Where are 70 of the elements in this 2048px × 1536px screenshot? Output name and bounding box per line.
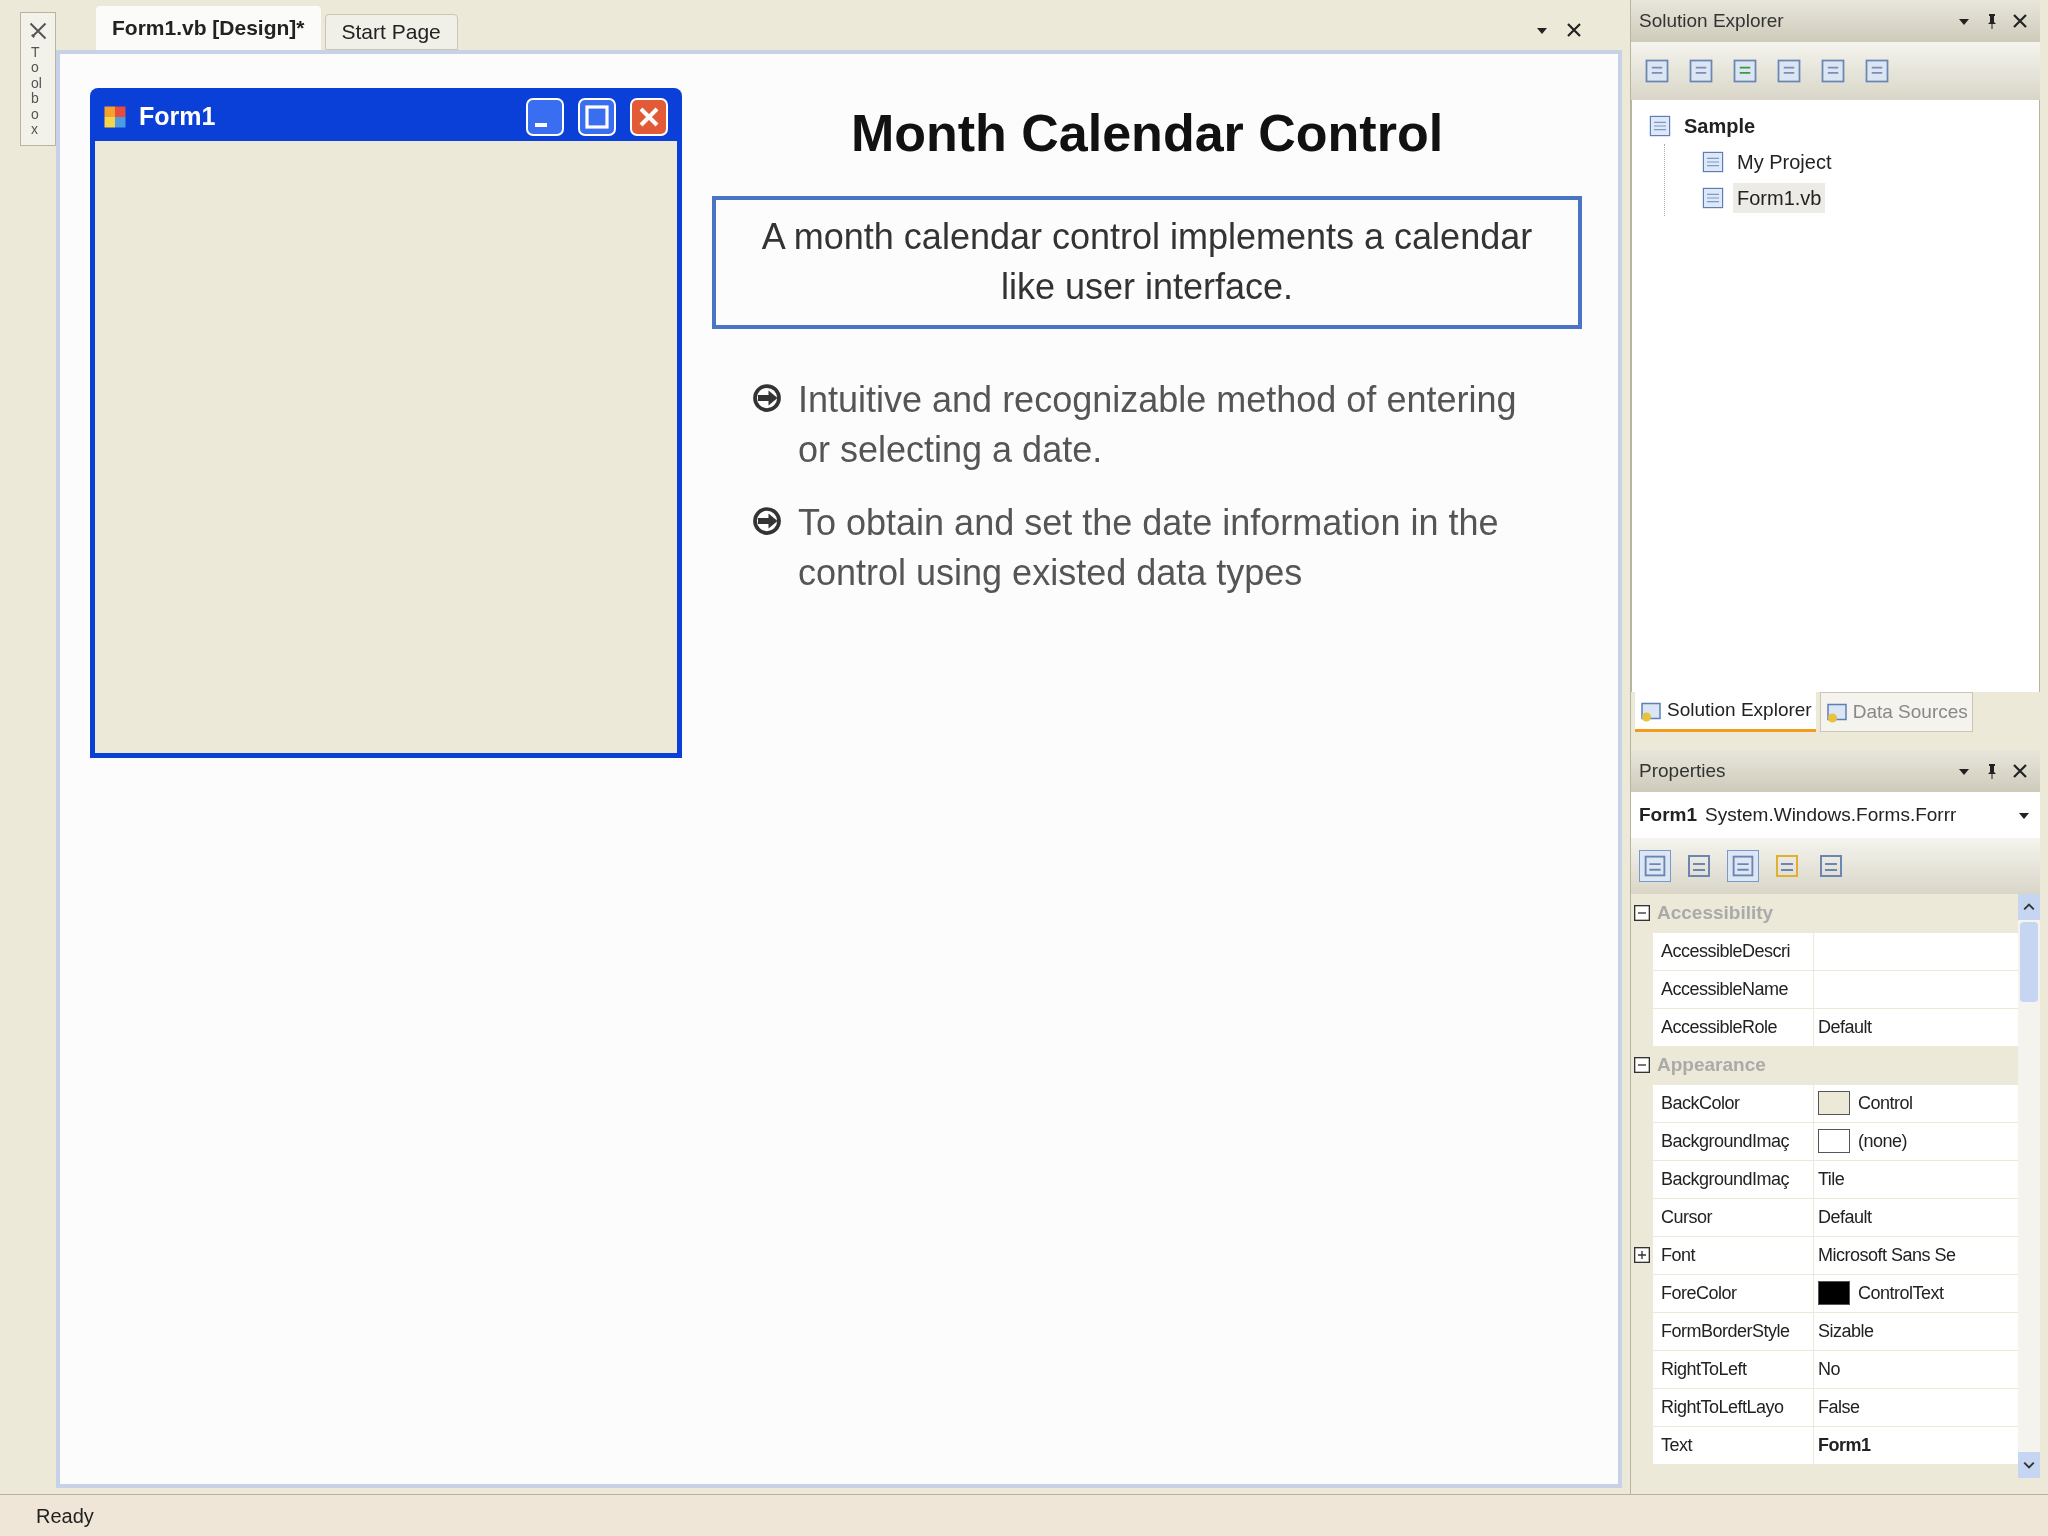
property-name[interactable]: RightToLeftLayo — [1653, 1388, 1813, 1426]
object-selector[interactable]: Form1 System.Windows.Forms.Forrr — [1631, 792, 2040, 838]
property-value[interactable]: (none) — [1814, 1122, 2018, 1160]
category-label: Accessibility — [1656, 900, 1774, 925]
slide-title: Month Calendar Control — [849, 103, 1445, 164]
toolbar-icon[interactable] — [1639, 850, 1671, 882]
status-text: Ready — [36, 1503, 94, 1529]
file-icon — [1701, 186, 1725, 210]
tools-icon — [28, 21, 48, 41]
toolbar-icon[interactable] — [1643, 57, 1671, 85]
bullet-text: Intuitive and recognizable method of entering or selecting a date. — [798, 377, 1518, 473]
tree-item[interactable]: Sample — [1680, 111, 1760, 141]
property-value[interactable]: Default — [1814, 1008, 2018, 1046]
property-name[interactable]: AccessibleDescri — [1653, 932, 1813, 970]
property-name[interactable]: Text — [1653, 1426, 1813, 1464]
collapse-icon[interactable] — [1634, 905, 1650, 921]
file-icon — [1648, 114, 1672, 138]
arrow-bullet-icon — [752, 505, 782, 536]
tree-item[interactable]: My Project — [1733, 147, 1836, 177]
expand-icon[interactable] — [1634, 1247, 1650, 1263]
property-value[interactable]: Tile — [1814, 1160, 2018, 1198]
close-icon[interactable] — [2012, 13, 2028, 29]
toolbar-icon[interactable] — [1727, 850, 1759, 882]
property-name[interactable]: AccessibleName — [1653, 970, 1813, 1008]
form-title: Form1 — [139, 101, 217, 133]
property-name[interactable]: Cursor — [1653, 1198, 1813, 1236]
toolbox-tab[interactable]: Toolbox — [20, 12, 56, 147]
scroll-down-icon[interactable] — [2023, 1459, 2035, 1471]
scroll-up-icon[interactable] — [2023, 901, 2035, 913]
bullet-text: To obtain and set the date information in the control using existed data types — [798, 500, 1500, 595]
property-value[interactable]: False — [1814, 1388, 2018, 1426]
panel-tab[interactable]: Solution Explorer — [1635, 692, 1816, 732]
tree-item[interactable]: Form1.vb — [1733, 183, 1826, 213]
property-value[interactable]: Form1 — [1814, 1426, 2018, 1464]
minimize-icon[interactable] — [525, 97, 565, 137]
property-name[interactable]: BackColor — [1653, 1084, 1813, 1122]
document-tab[interactable]: Start Page — [324, 14, 458, 50]
property-name[interactable]: BackgroundImaç — [1653, 1160, 1813, 1198]
definition-text: A month calendar control implements a calendar like user interface. — [760, 215, 1534, 310]
toolbar-icon[interactable] — [1819, 57, 1847, 85]
form-icon — [103, 105, 127, 129]
property-name[interactable]: ForeColor — [1653, 1274, 1813, 1312]
property-value[interactable]: ControlText — [1814, 1274, 2018, 1312]
property-name[interactable]: BackgroundImaç — [1653, 1122, 1813, 1160]
property-name[interactable]: Font — [1653, 1236, 1813, 1274]
property-name[interactable]: FormBorderStyle — [1653, 1312, 1813, 1350]
toolbar-icon[interactable] — [1863, 57, 1891, 85]
panel-title: Solution Explorer — [1639, 8, 1785, 33]
maximize-icon[interactable] — [577, 97, 617, 137]
property-value[interactable]: Control — [1814, 1084, 2018, 1122]
category-label: Appearance — [1656, 1052, 1766, 1077]
property-value[interactable]: Default — [1814, 1198, 2018, 1236]
property-value[interactable]: No — [1814, 1350, 2018, 1388]
close-icon[interactable] — [1566, 22, 1582, 38]
form-window[interactable]: Form1 — [90, 88, 682, 758]
document-tab[interactable]: Form1.vb [Design]* — [96, 6, 321, 50]
property-value[interactable]: Microsoft Sans Se — [1814, 1236, 2018, 1274]
scrollbar[interactable] — [2018, 894, 2040, 1478]
toolbar-icon[interactable] — [1687, 57, 1715, 85]
arrow-bullet-icon — [752, 382, 782, 413]
property-name[interactable]: RightToLeft — [1653, 1350, 1813, 1388]
close-icon[interactable] — [2012, 763, 2028, 779]
file-icon — [1701, 150, 1725, 174]
property-name[interactable]: AccessibleRole — [1653, 1008, 1813, 1046]
property-value[interactable]: Sizable — [1814, 1312, 2018, 1350]
scroll-thumb[interactable] — [2020, 922, 2038, 1002]
toolbar-icon[interactable] — [1775, 57, 1803, 85]
collapse-icon[interactable] — [1634, 1057, 1650, 1073]
panel-title: Properties — [1639, 758, 1727, 783]
toolbar-icon[interactable] — [1731, 57, 1759, 85]
